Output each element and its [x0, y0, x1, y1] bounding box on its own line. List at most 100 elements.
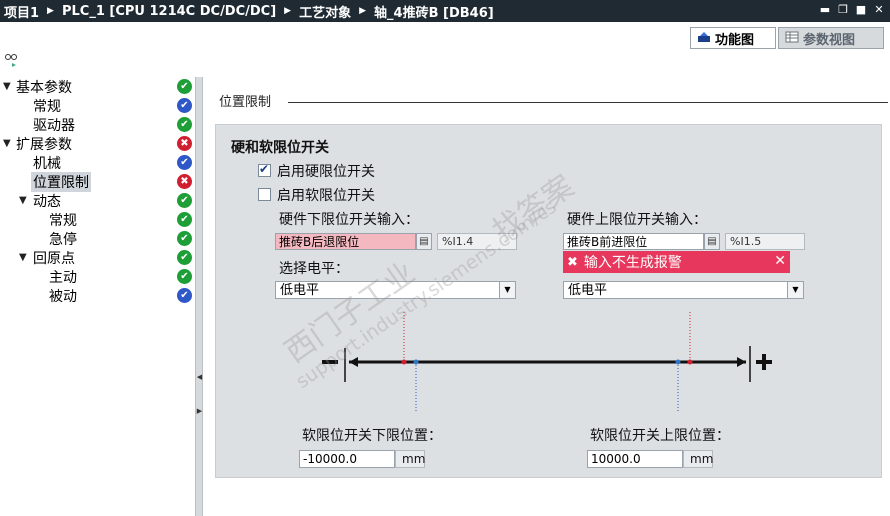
- tag-browse-icon[interactable]: ▤: [416, 233, 432, 250]
- editor-title-bar: 项目1 ▶ PLC_1 [CPU 1214C DC/DC/DC] ▶ 工艺对象 …: [0, 0, 890, 22]
- status-error-icon: ✖: [177, 174, 192, 189]
- navigation-tree: ▼ 基本参数 ✔ 常规 ✔ 驱动器 ✔ ▼ 扩展参数 ✖ 机械 ✔ 位置限制 ✖…: [0, 77, 196, 516]
- tree-item-label: 基本参数: [16, 79, 72, 96]
- error-tooltip: ✖ 输入不生成报警 ✕: [563, 251, 790, 273]
- status-ok-icon: ✔: [177, 117, 192, 132]
- plus-icon: [756, 354, 772, 370]
- status-error-icon: ✖: [177, 136, 192, 151]
- sw-lower-unit: mm: [395, 450, 425, 468]
- tab-parameter-view[interactable]: 参数视图: [778, 27, 884, 49]
- tree-item-extended-params[interactable]: ▼ 扩展参数 ✖: [0, 134, 196, 153]
- close-icon[interactable]: ✕: [872, 2, 886, 18]
- sw-lower-value-field[interactable]: -10000.0: [299, 450, 395, 468]
- status-ok-icon: ✔: [177, 250, 192, 265]
- sw-lower-label: 软限位开关下限位置：: [302, 428, 442, 444]
- tree-item-general[interactable]: 常规 ✔: [0, 96, 196, 115]
- tree-item-basic-params[interactable]: ▼ 基本参数 ✔: [0, 77, 196, 96]
- tree-item-label: 驱动器: [33, 117, 75, 134]
- panel-splitter[interactable]: ◀ ▶: [195, 77, 203, 516]
- sw-lower-marker: [413, 359, 419, 365]
- breadcrumb-separator-icon: ▶: [359, 6, 367, 16]
- tree-item-drive[interactable]: 驱动器 ✔: [0, 115, 196, 134]
- status-info-icon: ✔: [177, 98, 192, 113]
- hw-upper-address: %I1.5: [725, 233, 805, 250]
- panel-title: 硬和软限位开关: [231, 140, 329, 156]
- axis-left-arrow-icon: [349, 357, 358, 367]
- breadcrumb-technology-objects[interactable]: 工艺对象: [299, 2, 351, 21]
- tree-item-label: 急停: [49, 231, 77, 248]
- select-level-label: 选择电平：: [279, 261, 349, 277]
- tree-toolbar-icon[interactable]: [4, 54, 20, 71]
- tree-item-label: 回原点: [33, 250, 75, 267]
- tab-function-view[interactable]: 功能图: [690, 27, 776, 49]
- breadcrumb-plc[interactable]: PLC_1 [CPU 1214C DC/DC/DC]: [62, 4, 276, 19]
- hw-upper-input-label: 硬件上限位开关输入：: [567, 212, 707, 228]
- maximize-icon[interactable]: ■: [854, 2, 868, 18]
- enable-hw-limit-checkbox[interactable]: [258, 162, 271, 177]
- hw-upper-input-field[interactable]: 推砖B前进限位: [563, 233, 704, 250]
- sw-upper-value-field[interactable]: 10000.0: [587, 450, 683, 468]
- tree-item-emergency-stop[interactable]: 急停 ✔: [0, 229, 196, 248]
- status-info-icon: ✔: [177, 288, 192, 303]
- status-ok-icon: ✔: [177, 231, 192, 246]
- collapse-left-icon[interactable]: ◀: [196, 373, 203, 381]
- tree-item-active-homing[interactable]: 主动 ✔: [0, 267, 196, 286]
- minus-icon: [322, 360, 338, 364]
- status-ok-icon: ✔: [177, 269, 192, 284]
- dropdown-arrow-icon[interactable]: ▼: [499, 282, 515, 298]
- sw-upper-label: 软限位开关上限位置：: [590, 428, 730, 444]
- tree-item-position-limits[interactable]: 位置限制 ✖: [0, 171, 196, 192]
- expand-right-icon[interactable]: ▶: [196, 407, 203, 415]
- status-info-icon: ✔: [177, 155, 192, 170]
- hw-upper-level-select[interactable]: 低电平 ▼: [563, 281, 804, 299]
- dropdown-arrow-icon[interactable]: ▼: [787, 282, 803, 298]
- hw-upper-level-value: 低电平: [568, 283, 608, 298]
- sw-upper-unit: mm: [683, 450, 713, 468]
- tree-item-label: 被动: [49, 288, 77, 305]
- tree-item-passive-homing[interactable]: 被动 ✔: [0, 286, 196, 305]
- view-tabs: 功能图 参数视图: [0, 22, 890, 50]
- tree-item-homing[interactable]: ▼ 回原点 ✔: [0, 248, 196, 267]
- breadcrumb-axis[interactable]: 轴_4推砖B [DB46]: [374, 2, 494, 21]
- hw-upper-marker: [687, 359, 693, 365]
- sw-upper-marker: [675, 359, 681, 365]
- hw-lower-marker: [401, 359, 407, 365]
- status-ok-icon: ✔: [177, 212, 192, 227]
- tab-function-view-label: 功能图: [715, 32, 755, 48]
- tree-item-label: 主动: [49, 269, 77, 286]
- expand-arrow-icon[interactable]: ▼: [3, 138, 11, 149]
- tree-item-label: 常规: [33, 98, 61, 115]
- tree-item-dynamics-general[interactable]: 常规 ✔: [0, 210, 196, 229]
- error-icon: ✖: [567, 254, 578, 270]
- section-title: 位置限制: [219, 95, 272, 110]
- breadcrumb-project[interactable]: 项目1: [4, 2, 39, 21]
- enable-hw-limit-label: 启用硬限位开关: [277, 164, 375, 180]
- status-ok-icon: ✔: [177, 193, 192, 208]
- window-buttons: ▬ ❐ ■ ✕: [818, 2, 886, 18]
- expand-arrow-icon[interactable]: ▼: [3, 81, 11, 92]
- close-icon[interactable]: ✕: [774, 253, 786, 269]
- enable-sw-limit-label: 启用软限位开关: [277, 188, 375, 204]
- tag-browse-icon[interactable]: ▤: [704, 233, 720, 250]
- breadcrumb-separator-icon: ▶: [47, 6, 54, 16]
- breadcrumb-separator-icon: ▶: [284, 6, 292, 16]
- expand-arrow-icon[interactable]: ▼: [19, 252, 27, 263]
- tree-item-dynamics[interactable]: ▼ 动态 ✔: [0, 191, 196, 210]
- function-view-icon: [697, 31, 711, 46]
- section-divider: [288, 102, 888, 103]
- hw-lower-level-select[interactable]: 低电平 ▼: [275, 281, 516, 299]
- hw-lower-level-value: 低电平: [280, 283, 320, 298]
- enable-sw-limit-checkbox[interactable]: [258, 188, 271, 201]
- tab-parameter-view-label: 参数视图: [803, 32, 856, 48]
- restore-icon[interactable]: ❐: [836, 2, 850, 18]
- tree-item-label: 动态: [33, 193, 61, 210]
- minimize-icon[interactable]: ▬: [818, 2, 832, 18]
- axis-right-arrow-icon: [737, 357, 746, 367]
- tree-item-mechanics[interactable]: 机械 ✔: [0, 153, 196, 172]
- hw-lower-address: %I1.4: [437, 233, 517, 250]
- parameter-view-icon: [785, 31, 799, 46]
- expand-arrow-icon[interactable]: ▼: [19, 195, 27, 206]
- error-message: 输入不生成报警: [583, 255, 682, 271]
- hw-lower-input-field[interactable]: 推砖B后退限位: [275, 233, 416, 250]
- status-ok-icon: ✔: [177, 79, 192, 94]
